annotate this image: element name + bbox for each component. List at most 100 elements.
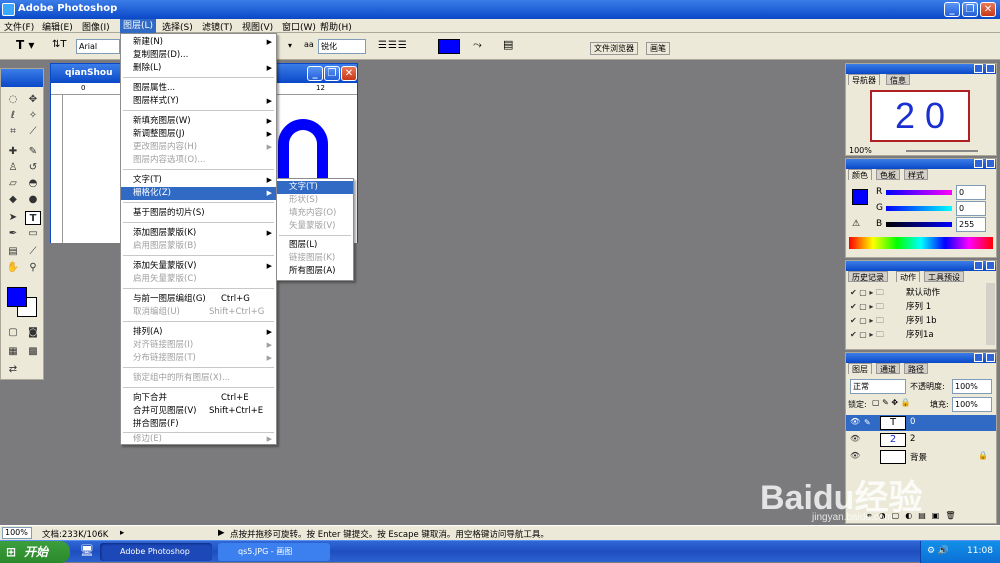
tab-tool-presets[interactable]: 工具预设 — [924, 271, 964, 282]
eraser-tool-icon[interactable]: ▱ — [5, 177, 21, 191]
notes-tool-icon[interactable]: ▤ — [5, 245, 21, 259]
quickmask-mode-icon[interactable]: ◙ — [25, 326, 41, 340]
rasterize-fill-content[interactable]: 填充内容(O) — [277, 207, 353, 220]
action-row[interactable]: ✔ ▢ ▸ 🗀 序列1a — [846, 327, 986, 341]
menu-view[interactable]: 视图(V) — [242, 20, 273, 33]
layer-row-selected[interactable]: 👁 ✎ T 0 — [846, 415, 996, 431]
menu-layer[interactable]: 图层(L) — [120, 19, 157, 33]
navigator-preview[interactable]: 2 0 — [870, 90, 970, 142]
panel-minimize-button[interactable] — [974, 64, 983, 73]
warp-text-icon[interactable]: ⤳ — [473, 38, 482, 52]
panel-minimize-button[interactable] — [974, 353, 983, 362]
minimize-button[interactable]: _ — [944, 2, 960, 17]
task-paint[interactable]: qs5.JPG - 画图 — [218, 543, 330, 561]
r-slider[interactable] — [886, 190, 952, 195]
path-select-icon[interactable]: ➤ — [5, 211, 21, 225]
menu-item-delete[interactable]: 删除(L) ▶ — [121, 62, 276, 75]
panel-minimize-button[interactable] — [974, 261, 983, 270]
g-value[interactable]: 0 — [956, 201, 986, 216]
b-value[interactable]: 255 — [956, 217, 986, 232]
move-tool-icon[interactable]: ✥ — [25, 93, 41, 107]
menu-edit[interactable]: 编辑(E) — [42, 20, 73, 33]
layer-row[interactable]: 👁 2 2 — [846, 432, 996, 448]
panel-close-button[interactable] — [986, 64, 995, 73]
menu-file[interactable]: 文件(F) — [4, 20, 34, 33]
paint-bucket-icon[interactable]: ◓ — [25, 177, 41, 191]
visibility-eye-icon[interactable]: 👁 — [850, 451, 860, 460]
menu-item-arrange[interactable]: 排列(A) ▶ — [121, 326, 276, 339]
menu-filter[interactable]: 滤镜(T) — [202, 20, 233, 33]
menu-item-layer-properties[interactable]: 图层属性... — [121, 82, 276, 95]
marquee-tool-icon[interactable]: ◌ — [5, 93, 21, 107]
menu-item-new[interactable]: 新建(N) ▶ — [121, 36, 276, 49]
status-arrow-icon[interactable]: ▸ — [120, 528, 124, 538]
maximize-button[interactable]: ❐ — [962, 2, 978, 17]
color-fg-swatch[interactable] — [852, 189, 868, 205]
menu-item-flatten[interactable]: 拼合图层(F) — [121, 418, 276, 431]
tab-swatches[interactable]: 色板 — [876, 169, 900, 180]
action-row[interactable]: ✔ ▢ ▸ 🗀 序列 1b — [846, 313, 986, 327]
menu-item-merge-down[interactable]: 向下合并 Ctrl+E — [121, 392, 276, 405]
zoom-tool-icon[interactable]: ⚲ — [25, 261, 41, 275]
menu-item-duplicate[interactable]: 复制图层(D)... — [121, 49, 276, 62]
pen-tool-icon[interactable]: ✒ — [5, 227, 21, 241]
menu-item-type[interactable]: 文字(T) ▶ — [121, 174, 276, 187]
r-value[interactable]: 0 — [956, 185, 986, 200]
tab-styles[interactable]: 样式 — [904, 169, 928, 180]
fill-field[interactable]: 100% — [952, 397, 992, 412]
eyedropper-icon[interactable]: ⟋ — [25, 245, 41, 259]
foreground-color-swatch[interactable] — [7, 287, 27, 307]
menu-image[interactable]: 图像(I) — [82, 20, 110, 33]
file-browser-tab[interactable]: 文件浏览器 — [590, 42, 638, 55]
menu-item-new-fill[interactable]: 新填充图层(W) ▶ — [121, 115, 276, 128]
menu-item-ungroup[interactable]: 取消编组(U) Shift+Ctrl+G — [121, 306, 276, 319]
start-button[interactable]: ⊞ 开始 — [0, 541, 70, 563]
menu-item-enable-vector-mask[interactable]: 启用矢量蒙版(C) — [121, 273, 276, 286]
text-color-swatch[interactable] — [438, 39, 460, 54]
doc-maximize-button[interactable]: ❐ — [324, 66, 340, 81]
color-spectrum-bar[interactable] — [849, 237, 993, 249]
font-family-field[interactable]: Arial — [76, 39, 120, 54]
menu-item-layer-style[interactable]: 图层样式(Y) ▶ — [121, 95, 276, 108]
tab-color[interactable]: 颜色 — [848, 169, 872, 180]
rasterize-all-layers[interactable]: 所有图层(A) — [277, 265, 353, 278]
type-tool-icon[interactable]: T — [25, 211, 41, 225]
actions-scrollbar[interactable] — [986, 283, 995, 345]
g-slider[interactable] — [886, 206, 952, 211]
lock-icons[interactable]: ▢ ✎ ✥ 🔒 — [872, 398, 911, 407]
menu-item-enable-layer-mask[interactable]: 启用图层蒙版(B) — [121, 240, 276, 253]
menu-item-lock-all-in-set[interactable]: 锁定组中的所有图层(X)... — [121, 372, 276, 385]
fullscreen-mode-icon[interactable]: ▩ — [25, 345, 41, 359]
tray-icons[interactable]: ⚙ 🔊 — [927, 546, 949, 556]
slice-tool-icon[interactable]: ⟋ — [25, 125, 41, 139]
panel-close-button[interactable] — [986, 159, 995, 168]
menu-item-group-previous[interactable]: 与前一图层编组(G) Ctrl+G — [121, 293, 276, 306]
tab-history[interactable]: 历史记录 — [848, 271, 888, 282]
lasso-tool-icon[interactable]: ℓ — [5, 109, 21, 123]
rasterize-shape[interactable]: 形状(S) — [277, 194, 353, 207]
navigator-zoom[interactable]: 100% — [849, 146, 872, 155]
menu-item-rasterize[interactable]: 栅格化(Z) ▶ — [121, 187, 276, 200]
menu-window[interactable]: 窗口(W) — [282, 20, 316, 33]
menu-item-matting[interactable]: 修边(E) ▶ — [121, 433, 276, 446]
screen-mode-icon[interactable]: ▦ — [5, 345, 21, 359]
palettes-icon[interactable]: ▤ — [503, 38, 513, 51]
tab-actions[interactable]: 动作 — [896, 271, 920, 282]
menu-item-add-vector-mask[interactable]: 添加矢量蒙版(V) ▶ — [121, 260, 276, 273]
action-row[interactable]: ✔ ▢ ▸ 🗀 默认动作 — [846, 285, 986, 299]
action-row[interactable]: ✔ ▢ ▸ 🗀 序列 1 — [846, 299, 986, 313]
layer-row[interactable]: 👁 背景 🔒 — [846, 449, 996, 465]
antialias-select[interactable]: 锐化 — [318, 39, 366, 54]
brush-tool-icon[interactable]: ✎ — [25, 145, 41, 159]
menu-help[interactable]: 帮助(H) — [320, 20, 352, 33]
menu-item-layer-slice[interactable]: 基于图层的切片(S) — [121, 207, 276, 220]
tab-paths[interactable]: 路径 — [904, 363, 928, 374]
rasterize-linked-layers[interactable]: 链接图层(K) — [277, 252, 353, 265]
history-brush-icon[interactable]: ↺ — [25, 161, 41, 175]
menu-item-content-options[interactable]: 图层内容选项(O)... — [121, 154, 276, 167]
b-slider[interactable] — [886, 222, 952, 227]
menu-item-add-layer-mask[interactable]: 添加图层蒙版(K) ▶ — [121, 227, 276, 240]
shape-tool-icon[interactable]: ▭ — [25, 227, 41, 241]
magic-wand-icon[interactable]: ✧ — [25, 109, 41, 123]
menu-select[interactable]: 选择(S) — [162, 20, 193, 33]
